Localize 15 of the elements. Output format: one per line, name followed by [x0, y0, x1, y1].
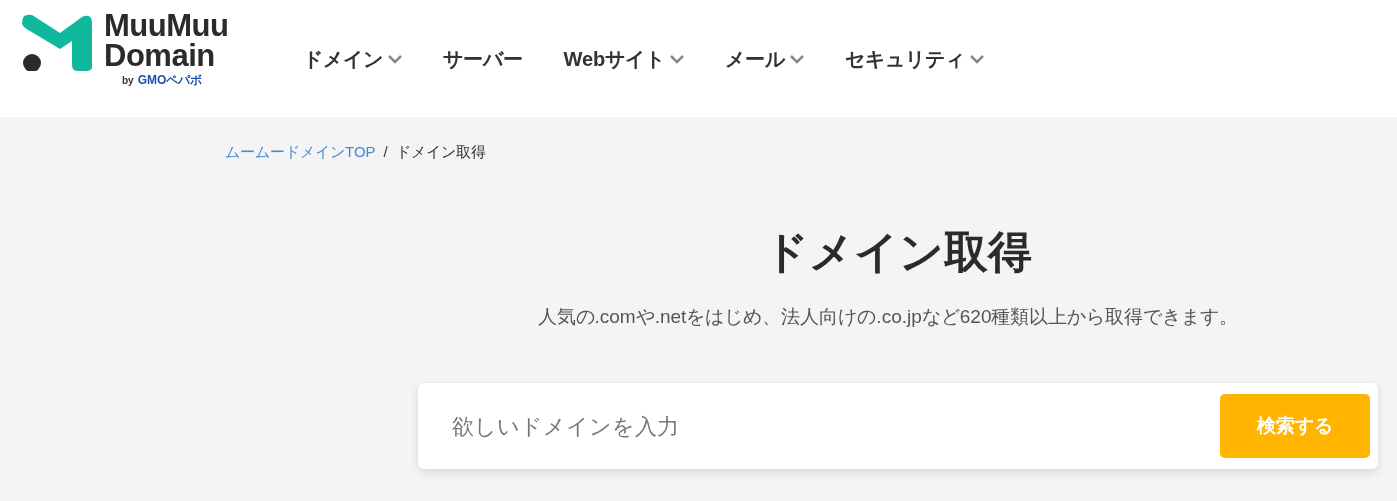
nav-link[interactable]: サーバー — [443, 43, 524, 74]
page-title: ドメイン取得 — [763, 225, 1033, 278]
logo-text: Domain — [104, 40, 216, 71]
domain-search-field[interactable]: 欲しいドメインを入力 — [418, 383, 1220, 469]
logo-tagline: by — [122, 73, 134, 88]
nav-link[interactable]: ドメイン — [303, 43, 404, 74]
nav-link[interactable]: Webサイト — [563, 43, 686, 74]
breadcrumb-separator: / — [383, 142, 388, 162]
breadcrumb-link[interactable]: ムームードメインTOP — [225, 141, 376, 164]
page-subtitle: 人気の.comや.netをはじめ、法人向けの.co.jpなど620種類以上から取得できます。 — [536, 304, 1240, 329]
nav-link[interactable]: セキュリティ — [845, 43, 986, 74]
nav-link[interactable]: メール — [725, 43, 806, 74]
breadcrumb-current: ドメイン取得 — [395, 142, 486, 162]
company-logo-text: GMOペパボ — [137, 71, 203, 89]
logo-text: MuuMuu — [104, 10, 229, 41]
